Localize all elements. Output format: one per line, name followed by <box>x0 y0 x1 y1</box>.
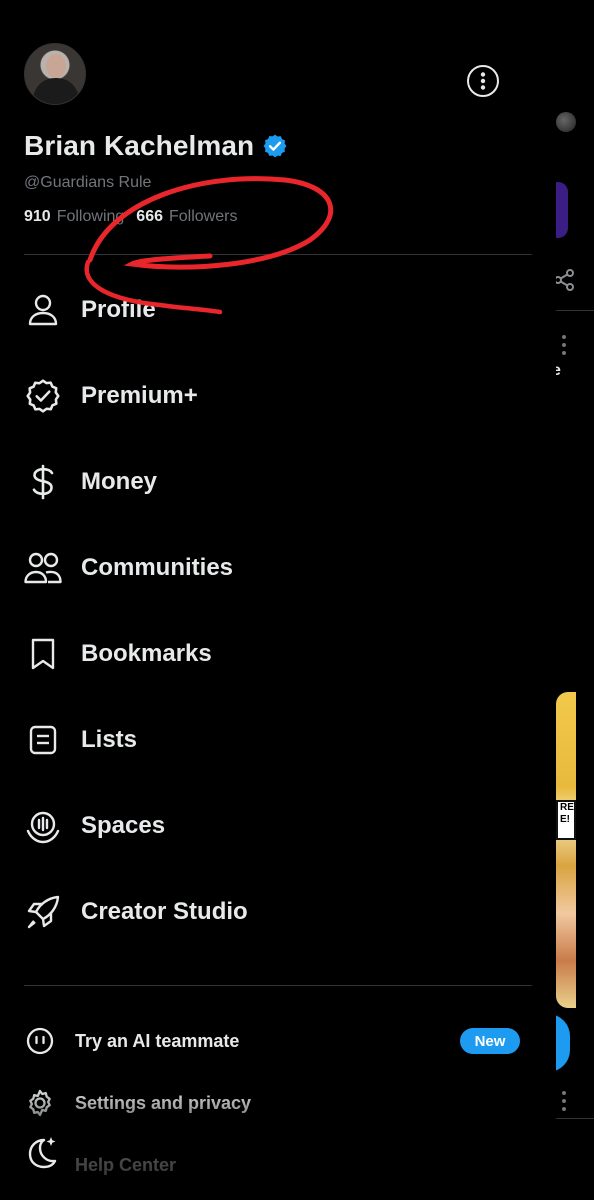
people-icon <box>24 549 62 587</box>
followers-link[interactable]: 666 Followers <box>136 208 237 226</box>
background-comic-image <box>556 692 576 1008</box>
menu-item-profile[interactable]: Profile <box>0 267 556 353</box>
help-center-label: Help Center <box>75 1154 177 1175</box>
list-icon <box>24 721 62 759</box>
ai-face-icon <box>26 1027 54 1055</box>
menu-item-bookmarks[interactable]: Bookmarks <box>0 611 556 697</box>
following-link[interactable]: 910 Following <box>24 208 124 226</box>
rocket-icon <box>24 893 62 931</box>
ai-teammate-label: Try an AI teammate <box>75 1030 240 1051</box>
vertical-dots-icon <box>480 72 486 90</box>
menu-item-premium[interactable]: Premium+ <box>0 353 556 439</box>
display-name: Brian Kachelman <box>24 130 255 161</box>
divider <box>24 254 532 255</box>
menu-label: Bookmarks <box>81 640 212 667</box>
new-badge: New <box>460 1028 520 1054</box>
menu-label: Lists <box>81 726 138 753</box>
settings-label: Settings and privacy <box>75 1092 252 1113</box>
follow-stats: 910 Following 666 Followers <box>24 208 237 226</box>
menu-item-spaces[interactable]: Spaces <box>0 783 556 869</box>
verified-badge-icon <box>263 134 287 158</box>
moon-icon[interactable] <box>24 1134 60 1170</box>
followers-count: 666 <box>136 208 163 225</box>
background-divider <box>556 1118 594 1119</box>
profile-handle: @Guardians Rule <box>24 174 152 191</box>
bookmark-icon <box>24 635 62 673</box>
avatar[interactable] <box>24 43 86 105</box>
more-options-button[interactable] <box>467 65 499 97</box>
navigation-drawer: Brian Kachelman @Guardians Rule 910 Foll… <box>0 0 556 1200</box>
menu-item-lists[interactable]: Lists <box>0 697 556 783</box>
profile-name-row[interactable]: Brian Kachelman <box>24 130 288 162</box>
help-center-item[interactable]: Help Center <box>0 1140 556 1190</box>
dollar-icon <box>24 463 62 501</box>
more-dots-icon <box>562 1091 566 1111</box>
following-label: Following <box>56 208 125 225</box>
menu-label: Premium+ <box>81 382 198 409</box>
spaces-icon <box>24 807 62 845</box>
try-ai-teammate-item[interactable]: Try an AI teammate New <box>0 1016 556 1066</box>
verified-badge-icon <box>24 377 62 415</box>
divider <box>24 985 532 986</box>
app-screen: e RE E! Brian Kachelman @Guardians Rule 9… <box>0 0 594 1200</box>
following-count: 910 <box>24 208 51 225</box>
menu-label: Creator Studio <box>81 898 248 925</box>
menu-label: Money <box>81 468 158 495</box>
background-divider <box>556 310 594 311</box>
menu-label: Profile <box>81 296 156 323</box>
menu-item-creator-studio[interactable]: Creator Studio <box>0 869 556 955</box>
person-icon <box>24 291 62 329</box>
menu-label: Communities <box>81 554 234 581</box>
settings-and-privacy-item[interactable]: Settings and privacy <box>0 1078 556 1128</box>
background-comic-bubble: RE E! <box>556 800 576 840</box>
menu-label: Spaces <box>81 812 166 839</box>
followers-label: Followers <box>169 208 238 225</box>
menu-item-communities[interactable]: Communities <box>0 525 556 611</box>
menu-item-money[interactable]: Money <box>0 439 556 525</box>
more-dots-icon <box>562 335 566 355</box>
background-avatar <box>556 112 576 132</box>
gear-icon <box>29 1089 51 1117</box>
